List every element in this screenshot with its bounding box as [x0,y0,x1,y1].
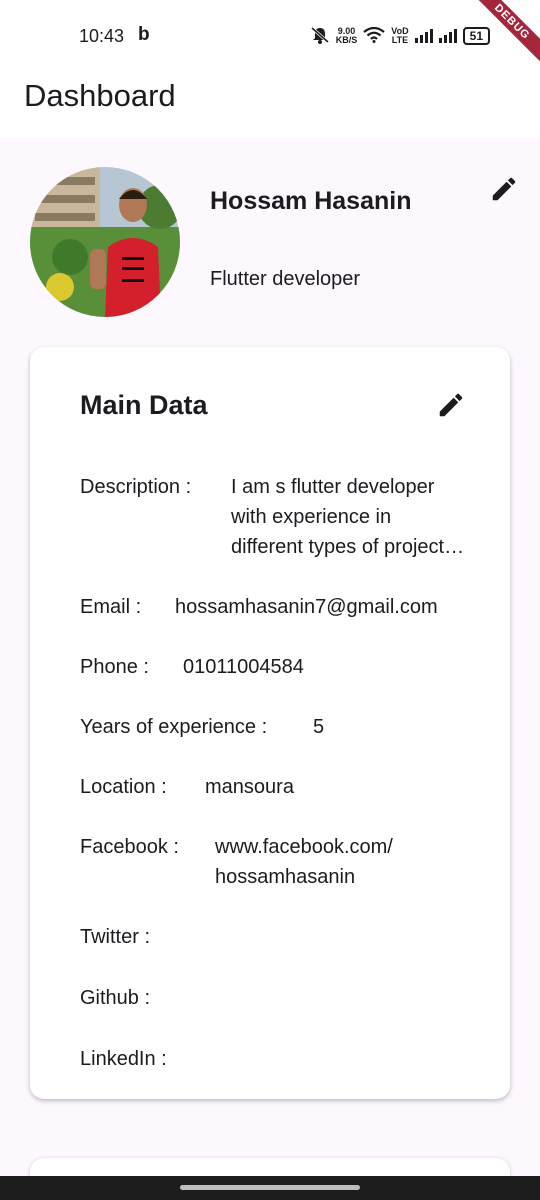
volte-label: VoD LTE [391,26,409,45]
description-row: Description : I am s flutter developer w… [80,472,464,562]
signal-icon [414,29,433,43]
status-icons: 9.00 KB/S VoD LTE 51 [310,25,490,47]
linkedin-row: LinkedIn : [80,1044,167,1074]
speed-unit: KB/S [335,35,358,45]
edit-icon [492,177,516,201]
home-gesture-handle[interactable] [180,1185,360,1190]
email-value: hossamhasanin7@gmail.com [175,596,438,618]
system-navigation-bar [0,1176,540,1200]
experience-value: 5 [313,716,325,738]
status-time: 10:43 [79,26,125,46]
email-label: Email : [80,596,142,618]
experience-row: Years of experience : 5 [80,712,324,742]
page-title: Dashboard [24,78,176,113]
avatar[interactable] [30,167,180,317]
github-row: Github : [80,983,150,1013]
battery-icon: 51 [462,27,490,45]
profile-name: Hossam Hasanin [210,187,412,215]
facebook-value[interactable]: www.facebook.com/ hossamhasanin [215,832,393,892]
signal-icon-2 [438,29,457,43]
twitter-row: Twitter : [80,922,150,952]
mute-icon [310,26,330,47]
facebook-label: Facebook : [80,836,179,858]
phone-row: Phone : 01011004584 [80,652,304,682]
location-row: Location : mansoura [80,772,294,802]
location-label: Location : [80,776,167,798]
edit-profile-button[interactable] [487,172,521,206]
email-row: Email : hossamhasanin7@gmail.com [80,592,438,622]
phone-value: 01011004584 [183,656,304,678]
main-data-card: Main Data Description : I am s flutter d… [30,347,510,1099]
linkedin-label: LinkedIn : [80,1048,167,1070]
facebook-row: Facebook : www.facebook.com/ hossamhasan… [80,832,393,892]
edit-icon [439,393,463,417]
bing-notification-icon: b [138,24,150,45]
status-bar: 10:43 b 9.00 KB/S VoD LTE 51 DEBUG [0,0,540,71]
avatar-photo [30,167,180,317]
location-value: mansoura [205,776,294,798]
github-label: Github : [80,987,151,1009]
wifi-icon [363,26,385,46]
description-label: Description : [80,476,192,498]
phone-label: Phone : [80,656,149,678]
twitter-label: Twitter : [80,926,151,948]
app-bar: Dashboard [0,70,540,138]
profile-role: Flutter developer [210,268,361,290]
edit-main-data-button[interactable] [434,388,468,422]
description-value: I am s flutter developer with experience… [231,476,465,558]
experience-label: Years of experience : [80,716,268,738]
card-title: Main Data [80,390,208,420]
network-speed: 9.00 KB/S [336,27,358,45]
